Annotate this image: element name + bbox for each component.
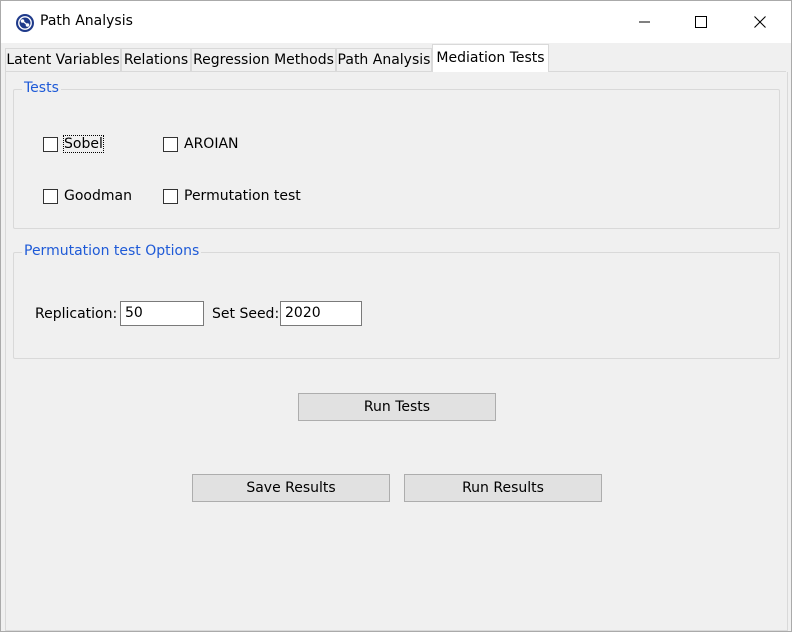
run-tests-button[interactable]: Run Tests	[298, 393, 496, 421]
app-icon	[16, 14, 34, 32]
tab-regression-methods[interactable]: Regression Methods	[191, 48, 336, 71]
seed-label: Set Seed:	[212, 306, 280, 322]
close-button[interactable]	[731, 1, 789, 43]
run-results-button[interactable]: Run Results	[404, 474, 602, 502]
permutation-test-label: Permutation test	[184, 188, 301, 204]
save-results-button[interactable]: Save Results	[192, 474, 390, 502]
permutation-test-checkbox-box[interactable]	[163, 188, 178, 204]
goodman-label: Goodman	[64, 188, 132, 204]
replication-input[interactable]: 50	[120, 301, 204, 326]
seed-input[interactable]: 2020	[280, 301, 362, 326]
permutation-options-group: Permutation test Options Replication: 50…	[13, 243, 780, 359]
aroian-checkbox[interactable]: AROIAN	[163, 136, 239, 152]
sobel-label: Sobel	[63, 135, 104, 153]
tab-bar: Latent Variables Relations Regression Me…	[5, 44, 791, 72]
permutation-options-legend: Permutation test Options	[22, 243, 202, 259]
window-title: Path Analysis	[40, 13, 133, 29]
maximize-icon	[695, 16, 707, 28]
title-bar: Path Analysis	[1, 1, 791, 43]
aroian-label: AROIAN	[184, 136, 239, 152]
tests-group: Tests Sobel AROIAN Goodman Permutation t…	[13, 80, 780, 229]
sobel-checkbox[interactable]: Sobel	[43, 135, 104, 153]
goodman-checkbox[interactable]: Goodman	[43, 188, 132, 204]
aroian-checkbox-box[interactable]	[163, 136, 178, 152]
mediation-tests-panel: Tests Sobel AROIAN Goodman Permutation t…	[5, 72, 788, 631]
app-window: Path Analysis Latent Variables Relations…	[0, 0, 792, 632]
permutation-test-checkbox[interactable]: Permutation test	[163, 188, 301, 204]
tab-mediation-tests[interactable]: Mediation Tests	[432, 44, 549, 72]
tests-group-legend: Tests	[22, 80, 61, 96]
close-icon	[754, 16, 766, 28]
maximize-button[interactable]	[672, 1, 730, 43]
minimize-icon	[639, 21, 650, 23]
minimize-button[interactable]	[616, 1, 674, 43]
tab-relations[interactable]: Relations	[121, 48, 191, 71]
sobel-checkbox-box[interactable]	[43, 136, 58, 152]
tab-latent-variables[interactable]: Latent Variables	[5, 48, 121, 71]
replication-label: Replication:	[35, 306, 118, 322]
tab-path-analysis[interactable]: Path Analysis	[336, 48, 432, 71]
goodman-checkbox-box[interactable]	[43, 188, 58, 204]
